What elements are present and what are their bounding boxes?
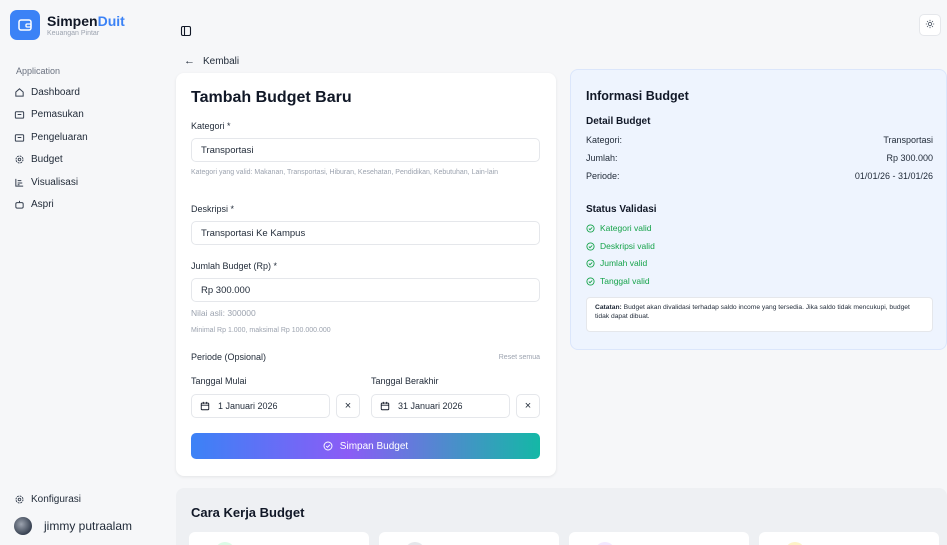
calendar-icon — [200, 401, 210, 411]
start-date-label: Tanggal Mulai — [191, 376, 247, 386]
sidebar-nav: Dashboard Pemasukan Pengeluaran Budget V… — [14, 81, 154, 216]
validation-item: Tanggal valid — [586, 276, 650, 286]
chart-bars-icon — [14, 177, 25, 188]
reset-all-link[interactable]: Reset semua — [499, 354, 540, 361]
arrow-left-icon: ← — [184, 55, 195, 67]
save-budget-label: Simpan Budget — [339, 440, 409, 452]
detail-title: Detail Budget — [586, 116, 651, 127]
gear-icon — [14, 494, 25, 505]
validation-item: Deskripsi valid — [586, 241, 655, 251]
sidebar-item-label: Dashboard — [31, 86, 80, 98]
nilai-asli-text: Nilai asli: 300000 — [191, 308, 256, 318]
how-step-tile — [379, 532, 559, 545]
note-box: Catatan: Budget akan divalidasi terhadap… — [586, 297, 933, 332]
close-icon: × — [344, 400, 352, 412]
sidebar-item-label: Visualisasi — [31, 176, 79, 188]
check-circle-icon — [586, 241, 595, 251]
brand-tagline: Keuangan Pintar — [47, 29, 100, 37]
brand-name: SimpenDuit — [47, 12, 125, 29]
user-menu[interactable]: jimmy putraalam — [14, 517, 132, 535]
how-it-works-card: Cara Kerja Budget — [176, 488, 947, 545]
check-circle-icon — [586, 223, 595, 233]
sidebar: SimpenDuit Keuangan Pintar Application D… — [0, 0, 163, 545]
sidebar-item-label: Aspri — [31, 199, 54, 211]
theme-toggle-button[interactable] — [919, 14, 941, 36]
check-circle-icon — [586, 258, 595, 268]
sidebar-item-pemasukan[interactable]: Pemasukan — [14, 104, 154, 127]
detail-row-jumlah: Jumlah: Rp 300.000 — [586, 153, 933, 163]
kategori-input[interactable]: Transportasi — [191, 138, 540, 162]
info-title: Informasi Budget — [586, 89, 689, 103]
sidebar-item-konfigurasi[interactable]: Konfigurasi — [14, 488, 154, 511]
clear-start-date-button[interactable]: × — [336, 394, 360, 418]
kategori-label: Kategori * — [191, 121, 231, 131]
how-step-tile — [569, 532, 749, 545]
jumlah-hint: Minimal Rp 1.000, maksimal Rp 100.000.00… — [191, 327, 331, 334]
note-text: Budget akan divalidasi terhadap saldo in… — [595, 304, 910, 320]
sidebar-item-label: Budget — [31, 154, 63, 166]
deskripsi-label: Deskripsi * — [191, 204, 235, 214]
how-step-tile — [189, 532, 369, 545]
end-date-label: Tanggal Berakhir — [371, 376, 439, 386]
clear-end-date-button[interactable]: × — [516, 394, 540, 418]
user-name: jimmy putraalam — [44, 519, 133, 533]
check-circle-icon — [586, 276, 595, 286]
save-budget-button[interactable]: Simpan Budget — [191, 433, 540, 459]
sidebar-item-budget[interactable]: Budget — [14, 149, 154, 172]
sun-icon — [925, 16, 935, 34]
close-icon: × — [524, 400, 532, 412]
validation-item: Kategori valid — [586, 223, 652, 233]
wallet-icon — [14, 132, 25, 143]
validation-item: Jumlah valid — [586, 258, 647, 268]
sidebar-item-aspri[interactable]: Aspri — [14, 194, 154, 217]
budget-info-card: Informasi Budget Detail Budget Kategori:… — [570, 69, 947, 350]
detail-value: Rp 300.000 — [886, 153, 933, 163]
sidebar-item-pengeluaran[interactable]: Pengeluaran — [14, 126, 154, 149]
note-label: Catatan: — [595, 304, 622, 311]
detail-key: Periode: — [586, 171, 620, 181]
sidebar-item-label: Pengeluaran — [31, 131, 88, 143]
form-title: Tambah Budget Baru — [191, 89, 352, 106]
sidebar-bottom: Konfigurasi — [14, 488, 154, 511]
brand[interactable]: SimpenDuit Keuangan Pintar — [10, 10, 125, 40]
check-circle-icon — [323, 441, 333, 451]
wallet-logo-icon — [10, 10, 40, 40]
back-link[interactable]: ← Kembali — [184, 55, 239, 67]
back-label: Kembali — [203, 55, 240, 67]
periode-label: Periode (Opsional) — [191, 352, 267, 362]
detail-value: Transportasi — [883, 135, 933, 145]
sidebar-toggle-icon[interactable] — [180, 24, 192, 37]
end-date-value: 31 Januari 2026 — [398, 401, 463, 411]
home-icon — [14, 87, 25, 98]
start-date-input[interactable]: 1 Januari 2026 — [191, 394, 330, 418]
start-date-value: 1 Januari 2026 — [218, 401, 278, 411]
jumlah-label: Jumlah Budget (Rp) * — [191, 261, 278, 271]
detail-value: 01/01/26 - 31/01/26 — [854, 171, 933, 181]
wallet-icon — [14, 109, 25, 120]
calendar-icon — [380, 401, 390, 411]
end-date-input[interactable]: 31 Januari 2026 — [371, 394, 510, 418]
detail-row-periode: Periode: 01/01/26 - 31/01/26 — [586, 171, 933, 181]
deskripsi-input[interactable]: Transportasi Ke Kampus — [191, 221, 540, 245]
detail-key: Jumlah: — [586, 153, 618, 163]
sidebar-item-label: Pemasukan — [31, 109, 84, 121]
nav-group-label: Application — [16, 66, 61, 76]
detail-key: Kategori: — [586, 135, 623, 145]
how-title: Cara Kerja Budget — [191, 505, 305, 520]
robot-icon — [14, 199, 25, 210]
main-content: ← Kembali Tambah Budget Baru Kategori * … — [163, 0, 947, 545]
avatar — [14, 517, 32, 535]
sidebar-item-dashboard[interactable]: Dashboard — [14, 81, 154, 104]
gear-icon — [14, 154, 25, 165]
kategori-hint: Kategori yang valid: Makanan, Transporta… — [191, 169, 499, 176]
sidebar-item-label: Konfigurasi — [31, 493, 82, 505]
budget-form-card: Tambah Budget Baru Kategori * Transporta… — [176, 73, 556, 476]
detail-row-kategori: Kategori: Transportasi — [586, 135, 933, 145]
how-step-tile — [759, 532, 939, 545]
status-title: Status Validasi — [586, 204, 657, 215]
jumlah-input[interactable]: Rp 300.000 — [191, 278, 540, 302]
sidebar-item-visualisasi[interactable]: Visualisasi — [14, 171, 154, 194]
